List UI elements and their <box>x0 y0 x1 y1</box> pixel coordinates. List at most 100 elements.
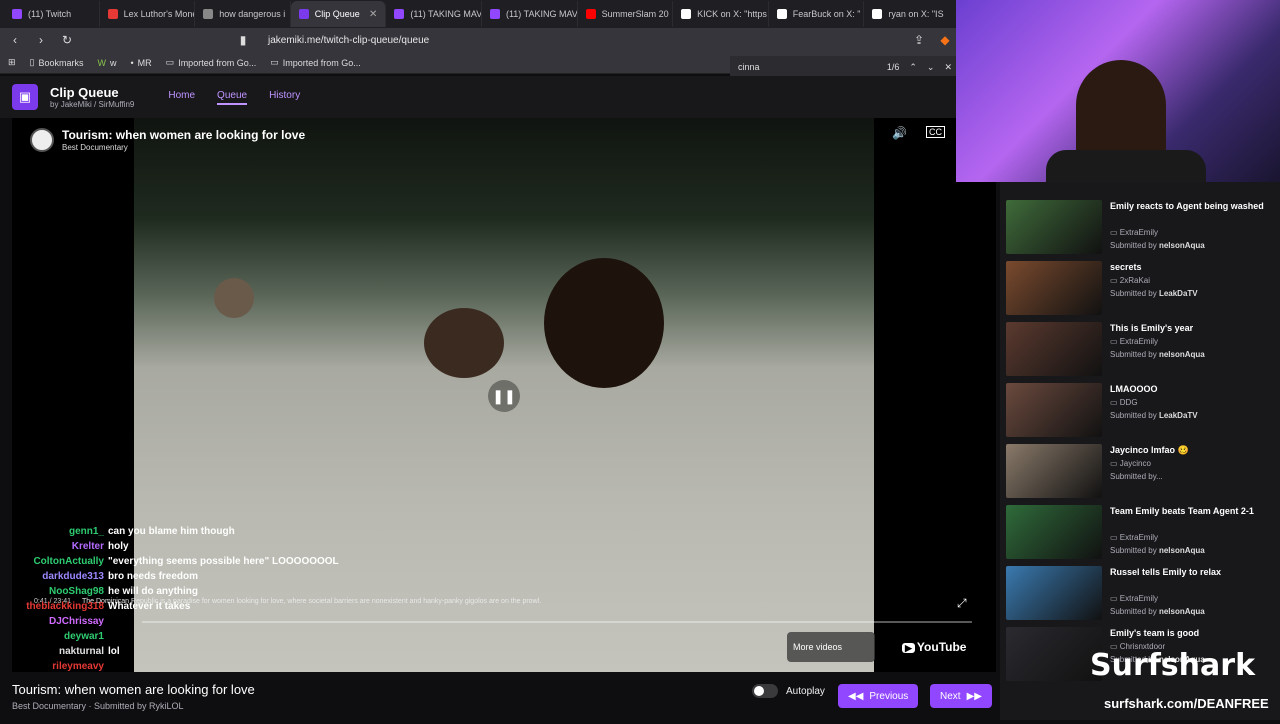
tab-favicon-icon <box>872 9 883 19</box>
queue-thumbnail[interactable] <box>1006 200 1102 254</box>
channel-icon: ▭ <box>1110 594 1120 603</box>
next-button[interactable]: Next ▶▶ <box>930 684 992 708</box>
more-videos-button[interactable]: More videos <box>787 632 875 662</box>
channel-icon: ▭ <box>1110 398 1120 407</box>
address-bar[interactable]: jakemiki.me/twitch-clip-queue/queue <box>262 35 900 46</box>
chat-message: genn1_ can you blame him though <box>0 524 260 539</box>
chat-text: Whatever it takes <box>108 601 191 612</box>
w-icon: W <box>97 57 107 68</box>
chat-message: nakturnal lol <box>0 644 260 659</box>
chat-username[interactable]: NooShag98 <box>0 584 104 599</box>
back-icon[interactable]: ‹ <box>8 33 22 47</box>
queue-thumbnail[interactable] <box>1006 261 1102 315</box>
youtube-logo[interactable]: ▶ YouTube <box>902 640 966 654</box>
bookmark-icon[interactable]: ▮ <box>236 33 250 47</box>
chat-message: NooShag98 he will do anything <box>0 584 260 599</box>
bookmark-item[interactable]: • MR <box>131 58 152 68</box>
browser-tab[interactable]: how dangerous i <box>195 1 291 27</box>
toggle-switch[interactable] <box>752 684 778 698</box>
browser-tab[interactable]: SummerSlam 20 <box>578 1 674 27</box>
share-icon[interactable]: ⇪ <box>912 33 926 47</box>
chat-username[interactable]: deywar1 <box>0 629 104 644</box>
chat-text: lol <box>108 646 120 657</box>
youtube-play-icon: ▶ <box>902 643 915 653</box>
chevron-down-icon[interactable]: ⌄ <box>927 62 935 73</box>
queue-item[interactable]: This is Emily's year ▭ ExtraEmily Submitte… <box>1006 322 1274 380</box>
queue-thumbnail[interactable] <box>1006 627 1102 681</box>
queue-item[interactable]: LMAOOOO ▭ DDG Submitted by LeakDaTV <box>1006 383 1274 441</box>
queue-thumbnail[interactable] <box>1006 444 1102 498</box>
apps-icon[interactable]: ⊞ <box>8 57 16 68</box>
chat-username[interactable]: ColtonActually <box>0 554 104 569</box>
browser-tab[interactable]: Lex Luthor's Mone <box>100 1 196 27</box>
chat-username[interactable]: theblackking318 <box>0 599 104 614</box>
chat-username[interactable]: DJChrissay <box>0 614 104 629</box>
queue-item-submitter: Submitted by nelsonAqua <box>1110 350 1205 359</box>
close-tab-icon[interactable]: ✕ <box>369 9 377 20</box>
queue-item-title: Team Emily beats Team Agent 2-1 <box>1110 506 1254 516</box>
extension-icon[interactable]: ◆ <box>938 33 952 47</box>
chat-username[interactable]: nakturnal <box>0 644 104 659</box>
video-channel[interactable]: Best Documentary <box>62 143 128 152</box>
browser-tab[interactable]: KICK on X: "https <box>673 1 769 27</box>
queue-list: Emily reacts to Agent being washed ▭ Extr… <box>1000 182 1280 720</box>
browser-tab[interactable]: ryan on X: "IS <box>864 1 960 27</box>
queue-item[interactable]: secrets ▭ 2xRaKai Submitted by LeakDaTV <box>1006 261 1274 319</box>
browser-tab[interactable]: FearBuck on X: " <box>769 1 865 27</box>
chat-username[interactable]: genn1_ <box>0 524 104 539</box>
queue-item-channel: ▭ ExtraEmily <box>1110 594 1159 603</box>
bookmark-folder[interactable]: ▭ Imported from Go... <box>270 57 361 68</box>
queue-item[interactable]: Russel tells Emily to relax ▭ ExtraEmily S… <box>1006 566 1274 624</box>
brand: Clip Queue by JakeMiki / SirMuffin9 <box>50 85 134 109</box>
queue-thumbnail[interactable] <box>1006 566 1102 620</box>
close-icon[interactable]: ✕ <box>944 62 952 73</box>
captions-icon[interactable]: CC <box>926 126 945 138</box>
forward-icon[interactable]: › <box>34 33 48 47</box>
previous-button[interactable]: ◀◀ Previous <box>838 684 919 708</box>
tab-label: (11) TAKING MAV <box>505 9 578 19</box>
sponsor-logo: Surfshark <box>1090 648 1256 683</box>
channel-icon: ▭ <box>1110 337 1120 346</box>
bookmark-item[interactable]: W w <box>98 58 117 68</box>
queue-thumbnail[interactable] <box>1006 505 1102 559</box>
pause-icon[interactable]: ❚❚ <box>488 380 520 412</box>
fullscreen-icon[interactable]: ⤢ <box>957 596 967 611</box>
reload-icon[interactable]: ↻ <box>60 33 74 47</box>
queue-item[interactable]: Jaycinco lmfao 🥴 ▭ Jaycinco Submitted by..… <box>1006 444 1274 502</box>
browser-tab[interactable]: (11) Twitch <box>4 1 100 27</box>
autoplay-toggle[interactable]: Autoplay <box>752 684 825 698</box>
channel-icon: ▭ <box>1110 459 1120 468</box>
volume-icon[interactable]: 🔊 <box>892 126 907 140</box>
tab-favicon-icon <box>489 9 500 19</box>
browser-tab[interactable]: (11) TAKING MAV <box>482 1 578 27</box>
tab-favicon-icon <box>12 9 22 19</box>
nav-history[interactable]: History <box>269 90 300 105</box>
video-figure <box>544 258 664 388</box>
channel-icon: ▭ <box>1110 276 1120 285</box>
find-bar: cinna 1/6 ⌃ ⌄ ✕ <box>730 56 960 78</box>
queue-thumbnail[interactable] <box>1006 322 1102 376</box>
browser-tab[interactable]: Clip Queue ✕ <box>290 1 387 27</box>
author-link[interactable]: SirMuffin9 <box>98 100 134 109</box>
tab-label: Clip Queue <box>314 9 360 19</box>
bookmark-folder[interactable]: ▭ Imported from Go... <box>166 57 257 68</box>
queue-item[interactable]: Emily reacts to Agent being washed ▭ Extr… <box>1006 200 1274 258</box>
bookmark-item[interactable]: ▯ Bookmarks <box>30 57 84 68</box>
tab-label: (11) Twitch <box>28 9 72 19</box>
channel-avatar[interactable] <box>30 128 54 152</box>
browser-tab[interactable]: (11) TAKING MAV <box>386 1 482 27</box>
chat-username[interactable]: Krelter <box>0 539 104 554</box>
chevron-up-icon[interactable]: ⌃ <box>909 62 917 73</box>
nav-home[interactable]: Home <box>168 90 195 105</box>
clip-queue-logo-icon[interactable]: ▣ <box>12 84 38 110</box>
video-title[interactable]: Tourism: when women are looking for love <box>62 128 305 142</box>
author-link[interactable]: JakeMiki <box>61 100 92 109</box>
queue-item-title: Emily's team is good <box>1110 628 1200 638</box>
video-progress-bar[interactable] <box>142 621 972 623</box>
queue-thumbnail[interactable] <box>1006 383 1102 437</box>
chat-username[interactable]: darkdude313 <box>0 569 104 584</box>
nav-queue[interactable]: Queue <box>217 90 248 105</box>
queue-item[interactable]: Team Emily beats Team Agent 2-1 ▭ ExtraEm… <box>1006 505 1274 563</box>
chat-text: can you blame him though <box>108 526 235 537</box>
find-input[interactable]: cinna <box>738 62 760 72</box>
